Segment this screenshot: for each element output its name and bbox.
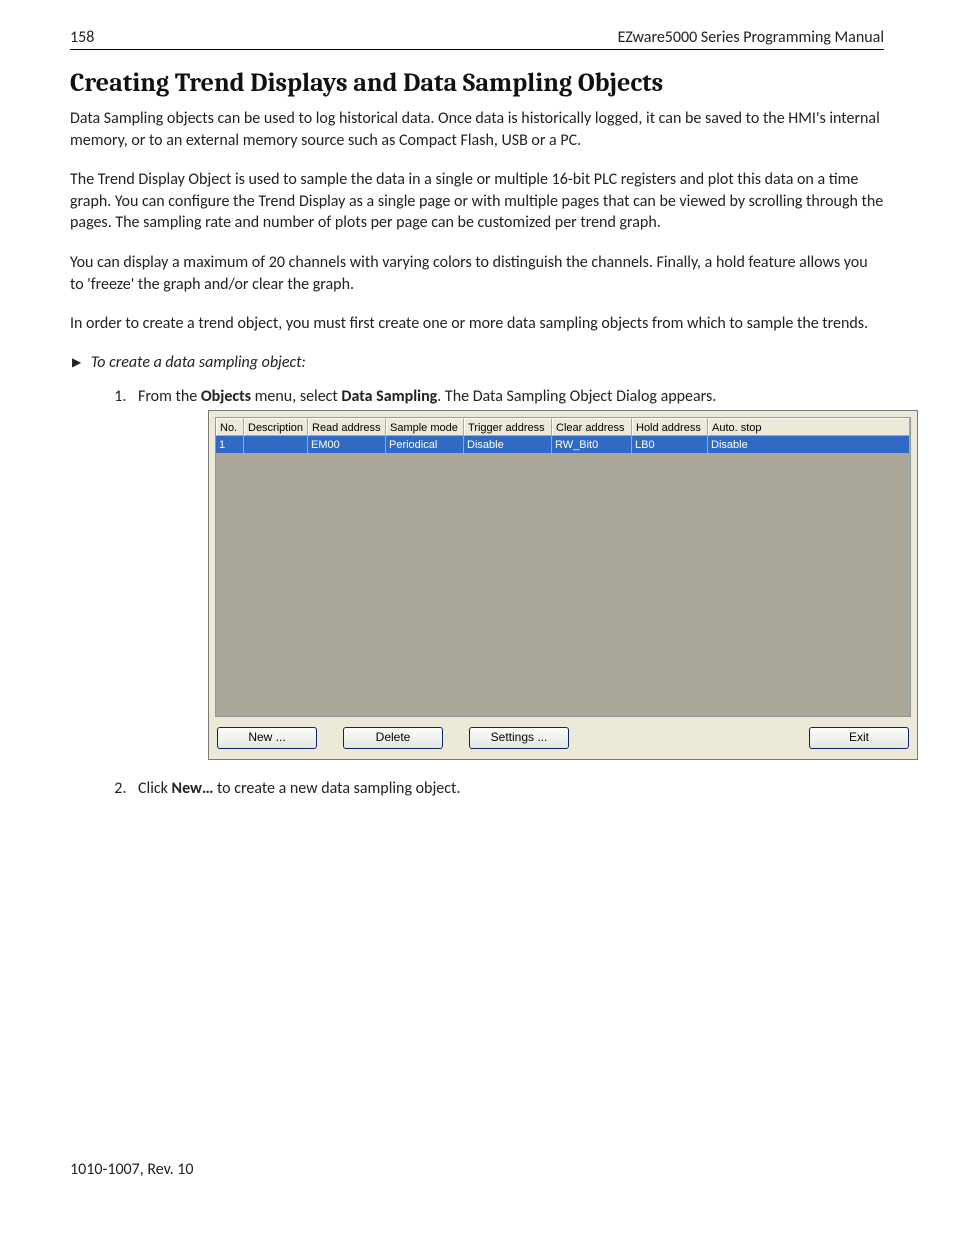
cell-description [244,436,308,454]
paragraph-2: The Trend Display Object is used to samp… [70,169,884,234]
delete-button[interactable]: Delete [343,727,443,749]
triangle-icon: ▶ [72,355,81,370]
paragraph-1: Data Sampling objects can be used to log… [70,108,884,151]
cell-sample-mode: Periodical [386,436,464,454]
new-button[interactable]: New ... [217,727,317,749]
footer-text: 1010-1007, Rev. 10 [70,1160,193,1179]
cell-auto-stop: Disable [708,436,910,454]
steps-list: From the Objects menu, select Data Sampl… [70,386,884,801]
cell-no: 1 [216,436,244,454]
col-header-no[interactable]: No. [216,418,244,436]
col-header-auto-stop[interactable]: Auto. stop [708,418,910,436]
cell-hold-address: LB0 [632,436,708,454]
col-header-sample-mode[interactable]: Sample mode [386,418,464,436]
grid-header-row: No. Description Read address Sample mode… [216,418,910,436]
col-header-clear-address[interactable]: Clear address [552,418,632,436]
document-title: EZware5000 Series Programming Manual [618,28,884,47]
col-header-read-address[interactable]: Read address [308,418,386,436]
exit-button[interactable]: Exit [809,727,909,749]
settings-button[interactable]: Settings ... [469,727,569,749]
page-number: 158 [70,28,94,47]
step-2: Click New… to create a new data sampling… [130,778,884,800]
col-header-hold-address[interactable]: Hold address [632,418,708,436]
paragraph-3: You can display a maximum of 20 channels… [70,252,884,295]
col-header-trigger-address[interactable]: Trigger address [464,418,552,436]
page-header: 158 EZware5000 Series Programming Manual [70,28,884,50]
col-header-description[interactable]: Description [244,418,308,436]
cell-read-address: EM00 [308,436,386,454]
task-heading-text: To create a data sampling object: [91,353,306,372]
data-sampling-grid[interactable]: No. Description Read address Sample mode… [215,417,911,717]
grid-row[interactable]: 1 EM00 Periodical Disable RW_Bit0 LB0 Di… [216,436,910,454]
cell-clear-address: RW_Bit0 [552,436,632,454]
task-heading: ▶ To create a data sampling object: [72,353,884,372]
data-sampling-dialog: No. Description Read address Sample mode… [208,410,918,760]
paragraph-4: In order to create a trend object, you m… [70,313,884,335]
section-title: Creating Trend Displays and Data Samplin… [70,68,884,98]
step-1: From the Objects menu, select Data Sampl… [130,386,884,760]
cell-trigger-address: Disable [464,436,552,454]
